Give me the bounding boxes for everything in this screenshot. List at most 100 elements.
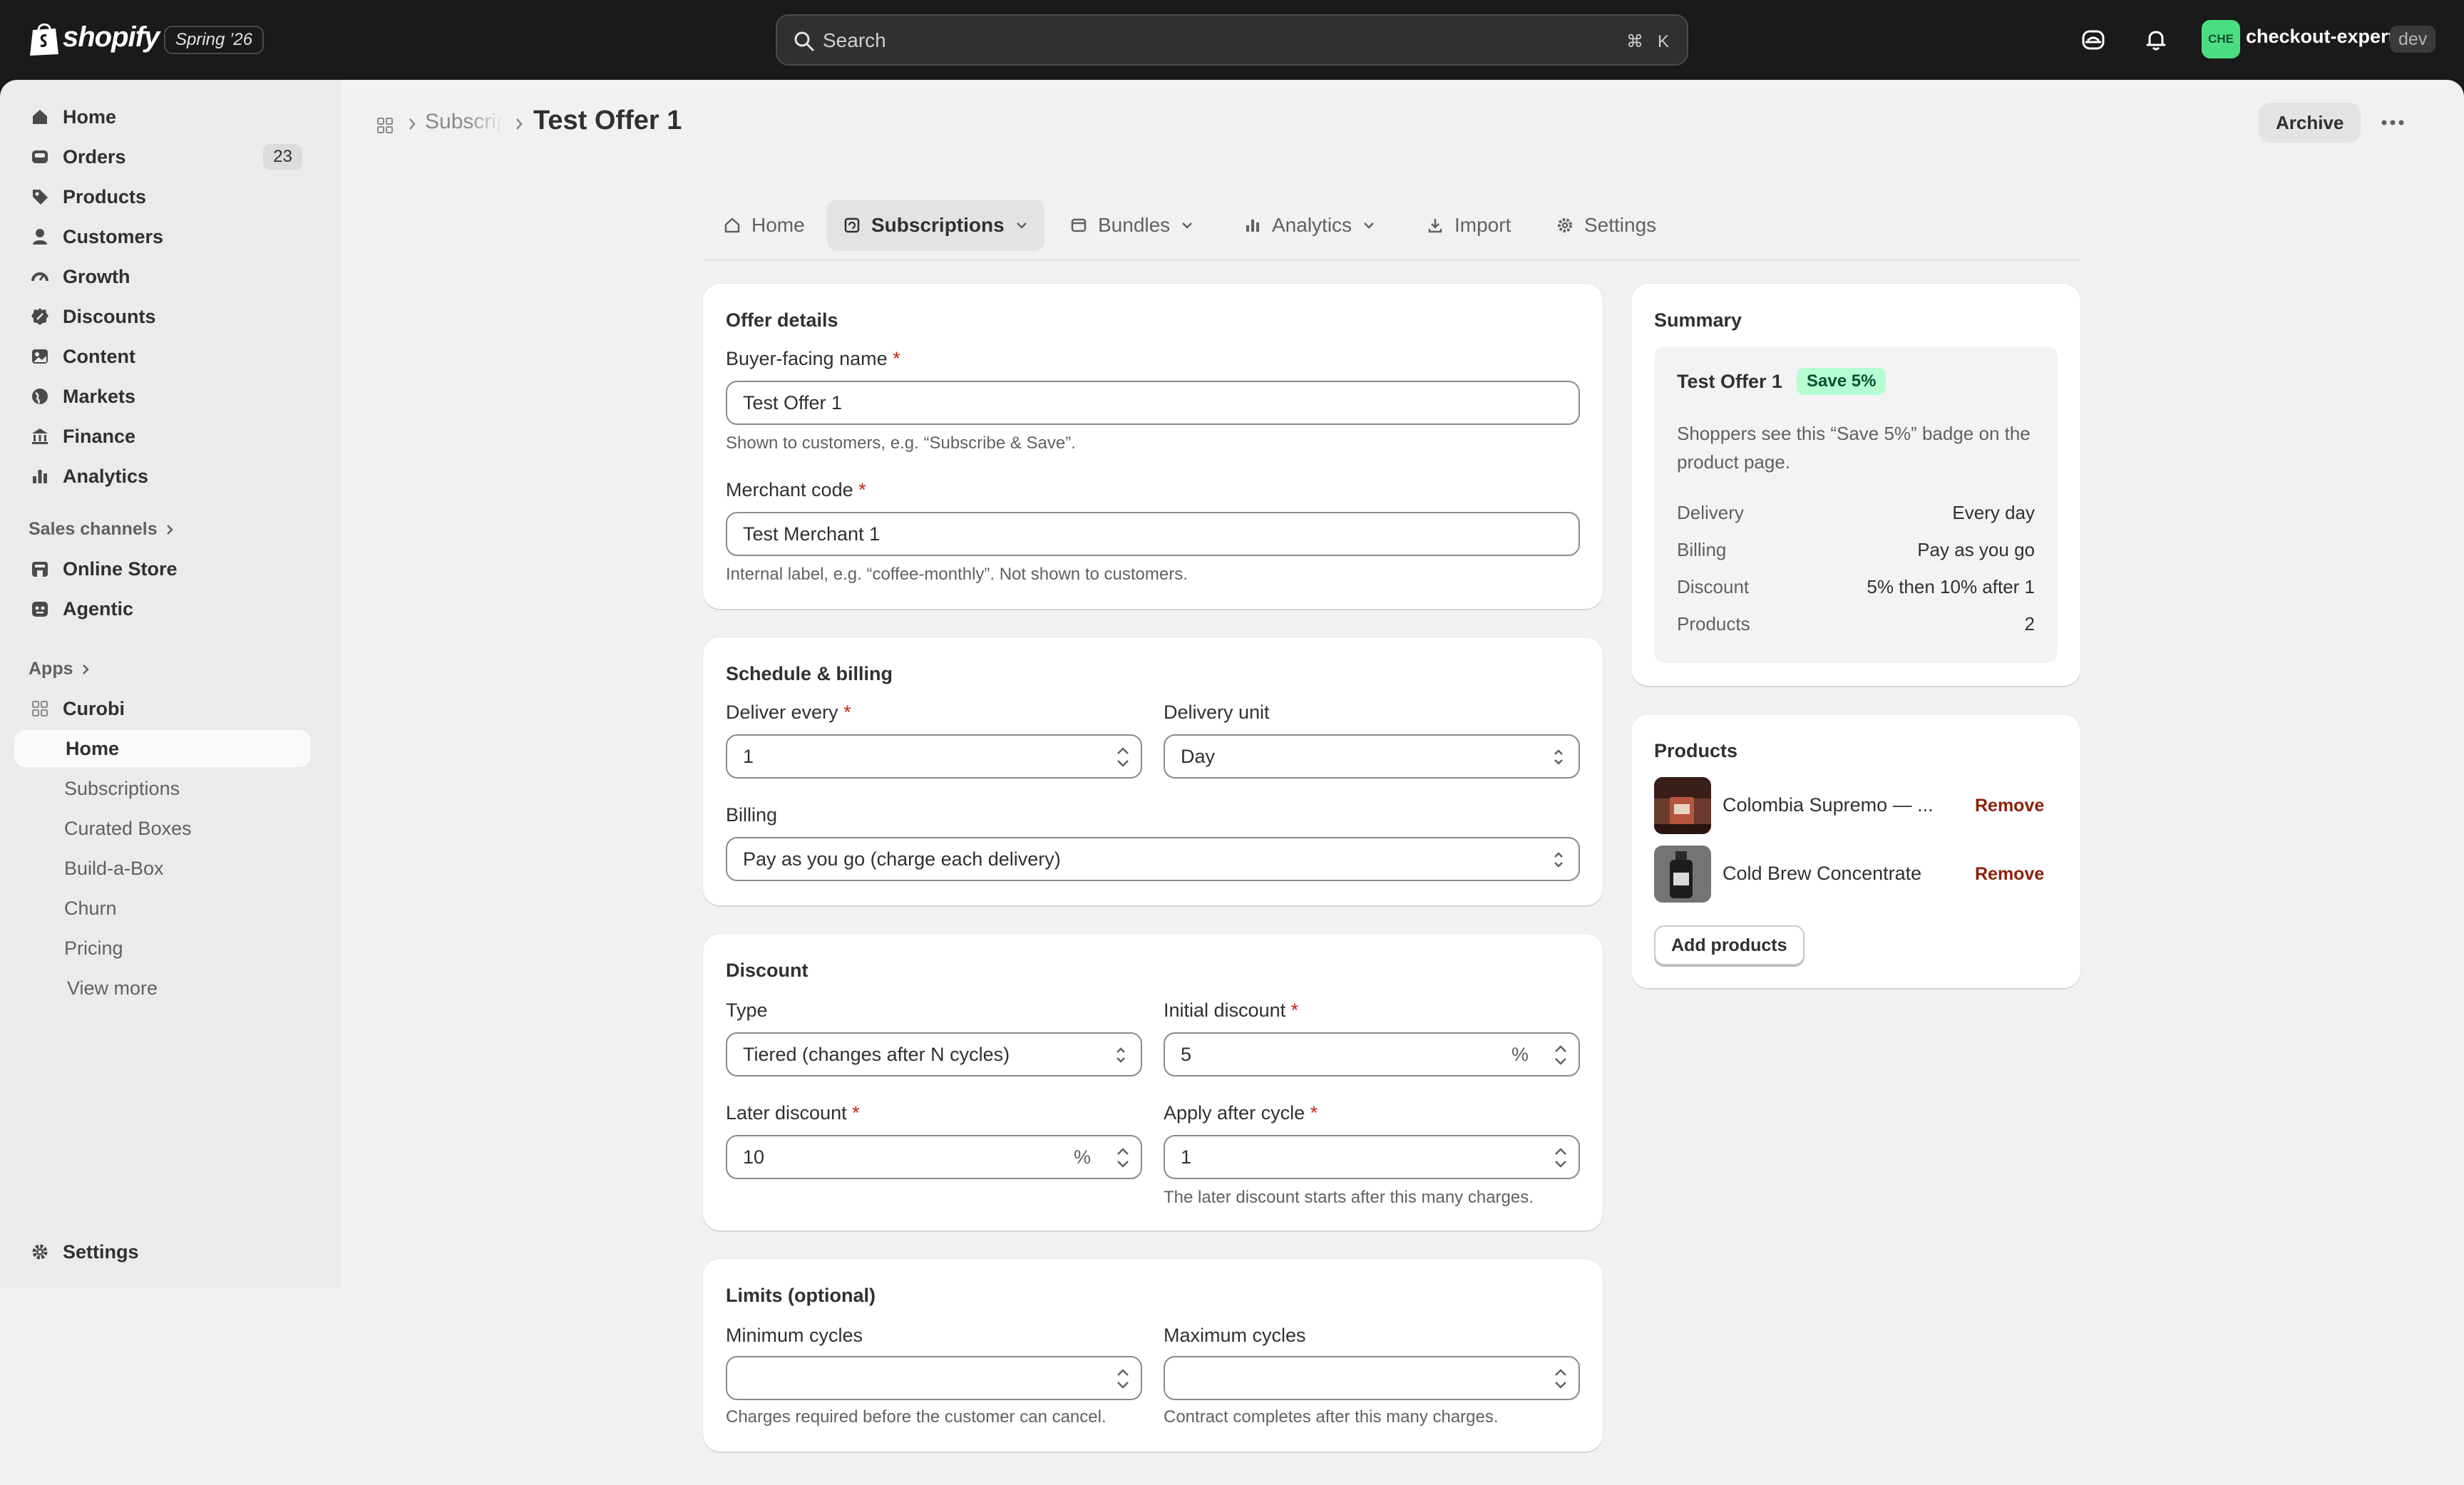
archive-button[interactable]: Archive [2259,103,2361,143]
number-stepper-icon[interactable] [1112,1363,1134,1394]
search-input[interactable] [821,26,1463,56]
more-horizontal-icon [2381,120,2404,125]
sidekick-button[interactable] [2073,20,2113,60]
maximum-cycles-input[interactable] [1181,1365,1511,1393]
later-discount-field[interactable]: 10 % [726,1135,1142,1179]
sidebar-app-item-pricing[interactable]: Pricing [14,930,311,967]
sidebar-item-analytics[interactable]: Analytics [14,458,311,495]
product-name[interactable]: Cold Brew Concentrate [1723,863,1921,885]
sidebar-item-settings[interactable]: Settings [14,1233,311,1270]
card-title: Limits (optional) [726,1285,876,1306]
tab-subscriptions[interactable]: Subscriptions [827,200,1044,251]
maximum-cycles-field[interactable] [1164,1356,1580,1400]
home-icon [27,104,53,130]
sidebar-app-item-curated-boxes[interactable]: Curated Boxes [14,810,311,847]
sidebar-item-label: Churn [64,897,117,919]
number-stepper-icon[interactable] [1550,1363,1571,1394]
field-label: Deliver every * [726,702,851,724]
buyer-facing-name-field[interactable]: Test Offer 1 [726,381,1580,425]
required-mark: * [852,1102,860,1124]
sidebar-item-label: Build-a-Box [64,857,164,879]
sidebar-item-label: Subscriptions [64,777,180,799]
tab-analytics[interactable]: Analytics [1228,200,1392,251]
billing-select[interactable]: Pay as you go (charge each delivery) [726,837,1580,881]
tab-settings[interactable]: Settings [1540,200,1672,251]
sidebar-item-products[interactable]: Products [14,178,311,215]
sidebar-app-item-build-a-box[interactable]: Build-a-Box [14,850,311,887]
store-avatar[interactable]: CHE [2202,20,2240,58]
summary-label-delivery: Delivery [1677,502,1744,523]
search-bar[interactable]: ⌘ K [776,14,1688,66]
product-thumbnail [1654,846,1711,903]
chevron-down-icon [1016,222,1027,229]
field-label: Maximum cycles [1164,1325,1306,1346]
number-stepper-icon[interactable] [1112,1142,1134,1173]
apply-after-cycle-field[interactable]: 1 [1164,1135,1580,1179]
sidebar-item-label: Customers [63,225,164,247]
sidebar-item-home[interactable]: Home [14,98,311,135]
sidebar-item-agentic[interactable]: Agentic [14,590,311,627]
tab-bundles[interactable]: Bundles [1054,200,1210,251]
product-name[interactable]: Colombia Supremo — ... [1723,794,1934,816]
tab-label: Subscriptions [871,214,1005,236]
offer-details-card: Offer details Buyer-facing name * Test O… [703,284,1603,609]
sales-channels-heading[interactable]: Sales channels [29,519,175,540]
apps-heading[interactable]: Apps [29,659,91,679]
merchant-code-field[interactable]: Test Merchant 1 [726,512,1580,556]
app-grid-icon[interactable] [371,111,399,140]
sidebar-item-online-store[interactable]: Online Store [14,550,311,587]
sidebar-item-label: Discounts [63,305,156,327]
sidebar-item-finance[interactable]: Finance [14,418,311,455]
save-badge: Save 5% [1797,368,1886,395]
discount-type-select[interactable]: Tiered (changes after N cycles) [726,1032,1142,1077]
deliver-every-field[interactable]: 1 [726,734,1142,779]
brand-wordmark[interactable]: shopify [63,21,160,53]
home-icon [724,217,740,233]
field-label: Buyer-facing name * [726,348,900,370]
initial-discount-field[interactable]: 5 % [1164,1032,1580,1077]
select-arrows-icon [1116,1047,1125,1063]
sidebar-item-customers[interactable]: Customers [14,218,311,255]
globe-icon [27,384,53,409]
summary-value-delivery: Every day [1952,502,2035,523]
tab-import[interactable]: Import [1410,200,1526,251]
field-label: Later discount * [726,1102,860,1124]
label-text: Deliver every [726,702,838,723]
notifications-button[interactable] [2136,20,2176,60]
sidebar-item-discounts[interactable]: Discounts [14,298,311,335]
field-value: 1 [743,746,754,767]
label-text: Buyer-facing name [726,348,888,369]
remove-product-button[interactable]: Remove [1975,864,2044,885]
k-key-hint: K [1657,32,1669,51]
more-actions-button[interactable] [2368,103,2417,143]
sidebar-app-item-subscriptions[interactable]: Subscriptions [14,770,311,807]
number-stepper-icon[interactable] [1550,1039,1571,1071]
view-more-link[interactable]: View more [14,970,311,1007]
sidekick-icon [2082,30,2105,50]
remove-product-button[interactable]: Remove [1975,796,2044,816]
card-title: Summary [1654,309,1742,331]
delivery-unit-select[interactable]: Day [1164,734,1580,779]
store-name[interactable]: checkout-expert [2246,26,2395,48]
sidebar-item-label: Content [63,345,135,367]
add-products-button[interactable]: Add products [1654,925,1805,965]
summary-preview: Test Offer 1 Save 5% Shoppers see this “… [1654,346,2058,663]
sidebar-item-markets[interactable]: Markets [14,378,311,415]
search-icon [794,31,814,51]
percent-suffix: % [1511,1044,1529,1065]
minimum-cycles-field[interactable] [726,1356,1142,1400]
sidebar-item-orders[interactable]: Orders 23 [14,138,311,175]
number-stepper-icon[interactable] [1550,1142,1571,1173]
summary-offer-name: Test Offer 1 [1677,371,1783,392]
sidebar-item-growth[interactable]: Growth [14,258,311,295]
store-icon [27,556,53,582]
sidebar-item-content[interactable]: Content [14,338,311,375]
sidebar-item-curobi[interactable]: Curobi [14,690,311,727]
breadcrumb[interactable]: Subscriptions [425,110,503,134]
minimum-cycles-input[interactable] [743,1365,1074,1393]
tab-home[interactable]: Home [707,200,821,251]
coffee-bag-image [1654,777,1711,834]
number-stepper-icon[interactable] [1112,741,1134,773]
sidebar-app-item-churn[interactable]: Churn [14,890,311,927]
sidebar-app-item-home[interactable]: Home [14,730,311,767]
